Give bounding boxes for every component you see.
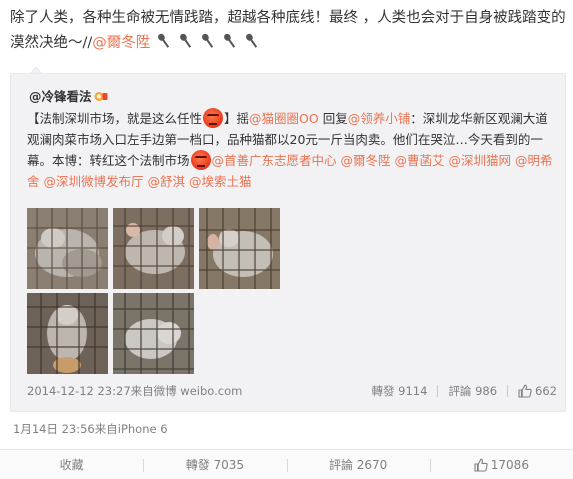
repost-like-button[interactable]: 662 xyxy=(518,384,557,398)
divider xyxy=(507,385,509,397)
angry-emoji-icon xyxy=(203,108,224,128)
repost-button[interactable]: 轉發 7035 xyxy=(143,450,286,479)
mention-link[interactable]: @爾冬陞 xyxy=(92,35,150,51)
post-timestamp[interactable]: 1月14日 23:56来自iPhone 6 xyxy=(13,421,168,437)
microphone-icon xyxy=(157,33,170,48)
mention-link[interactable]: @深圳猫网 xyxy=(449,153,512,168)
mention-link[interactable]: @领养小铺 xyxy=(348,111,411,126)
mention-link[interactable]: @埃索土猫 xyxy=(189,174,252,189)
divider xyxy=(437,385,439,397)
mention-link[interactable]: @深圳微博发布厅 xyxy=(44,174,144,189)
action-bar: 收藏 轉發 7035 評論 2670 17086 xyxy=(0,449,573,479)
like-button[interactable]: 17086 xyxy=(429,450,573,479)
photo-thumbnail[interactable] xyxy=(27,208,108,289)
microphone-icon xyxy=(179,33,192,48)
mention-link[interactable]: @猫圈圈OO xyxy=(249,111,319,126)
photo-thumbnail[interactable] xyxy=(199,208,280,289)
photo-thumbnail[interactable] xyxy=(27,293,108,374)
photo-thumbnail[interactable] xyxy=(113,293,194,374)
repost-text: 【法制深圳市场，就是这么任性 】摇@猫圈圈OO 回复@领养小铺：深圳龙华新区观澜大… xyxy=(27,108,559,192)
repost-box: @冷锋看法 【法制深圳市场，就是这么任性 】摇@猫圈圈OO 回复@领养小铺：深圳龙… xyxy=(10,73,566,412)
repost-timestamp[interactable]: 2014-12-12 23:27来自微博 weibo.com xyxy=(27,383,242,399)
mention-link[interactable]: @舒淇 xyxy=(148,174,186,189)
thumbs-up-icon xyxy=(474,458,488,472)
comment-button[interactable]: 評論 2670 xyxy=(286,450,430,479)
photo-thumbnail[interactable] xyxy=(113,208,194,289)
mention-link[interactable]: @曹菡艾 xyxy=(395,153,445,168)
microphone-icon xyxy=(223,33,236,48)
repost-actions: 轉發 9114 評論 986 662 xyxy=(372,383,557,399)
microphone-icon xyxy=(245,33,258,48)
repost-author[interactable]: @冷锋看法 xyxy=(29,86,108,105)
verified-badge-icon xyxy=(94,92,108,101)
repost-comment-button[interactable]: 評論 986 xyxy=(448,383,497,399)
favorite-button[interactable]: 收藏 xyxy=(0,450,143,479)
thumbs-up-icon xyxy=(518,384,532,398)
repost-repost-button[interactable]: 轉發 9114 xyxy=(372,383,428,399)
mention-link[interactable]: @首善广东志愿者中心 xyxy=(212,153,337,168)
post-text: 除了人类，各种生命被无情践踏，超越各种底线！最终 ，人类也会对于自身被践踏变的漠… xyxy=(10,6,566,56)
angry-emoji-icon xyxy=(190,150,211,170)
mention-link[interactable]: @爾冬陞 xyxy=(341,153,391,168)
microphone-icon xyxy=(201,33,214,48)
